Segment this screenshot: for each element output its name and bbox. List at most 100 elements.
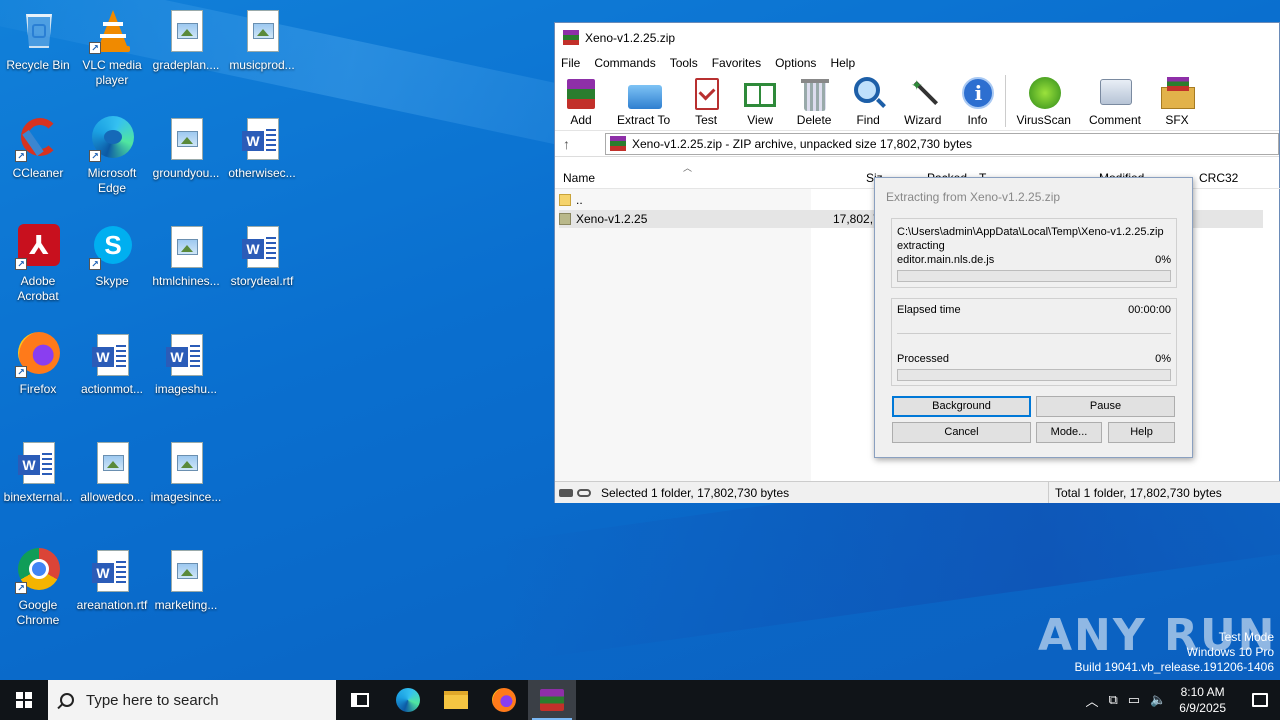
menubar: File Commands Tools Favorites Options He… — [555, 53, 1279, 73]
help-button[interactable]: Help — [1108, 422, 1175, 443]
totals-group: Elapsed time 00:00:00 Processed 0% — [891, 298, 1177, 386]
comment-icon — [1097, 75, 1133, 111]
image-file-icon — [163, 548, 209, 594]
menu-favorites[interactable]: Favorites — [712, 56, 761, 70]
search-placeholder: Type here to search — [86, 691, 219, 709]
taskbar-winrar[interactable] — [528, 680, 576, 720]
desktop-icon-adobe-acrobat[interactable]: ⅄ ↗ Adobe Acrobat — [0, 224, 76, 304]
sfx-button[interactable]: SFX — [1159, 73, 1195, 127]
trash-icon — [796, 75, 832, 111]
archive-path: C:\Users\admin\AppData\Local\Temp\Xeno-v… — [897, 226, 1164, 238]
desktop-icon-firefox[interactable]: ↗ Firefox — [0, 332, 76, 397]
desktop-icon-areanation[interactable]: W areanation.rtf — [74, 548, 150, 613]
status-total: Total 1 folder, 17,802,730 bytes — [1055, 485, 1222, 500]
column-name[interactable]: Name — [563, 171, 595, 185]
desktop-icon-otherwisec[interactable]: W otherwisec... — [224, 116, 300, 181]
system-tray: ︿ ⧉ ▭ 🔈 8:10 AM 6/9/2025 — [1080, 680, 1280, 720]
status-bar: Selected 1 folder, 17,802,730 bytes Tota… — [555, 481, 1280, 503]
desktop-icon-vlc[interactable]: ↗ VLC media player — [74, 8, 150, 88]
word-document-icon: W — [89, 332, 135, 378]
watermark-edition: Windows 10 Pro — [1186, 645, 1274, 659]
desktop-icon-microsoft-edge[interactable]: ↗ Microsoft Edge — [74, 116, 150, 196]
file-name: Xeno-v1.2.25 — [576, 212, 648, 226]
comment-button[interactable]: Comment — [1089, 73, 1141, 127]
wizard-button[interactable]: ✦ Wizard — [904, 73, 941, 127]
vlc-icon: ↗ — [89, 8, 135, 54]
taskbar-file-explorer[interactable] — [432, 680, 480, 720]
desktop-icon-imageshu[interactable]: W imageshu... — [148, 332, 224, 397]
device-icon[interactable]: ⧉ — [1109, 692, 1118, 708]
menu-help[interactable]: Help — [830, 56, 855, 70]
desktop-icon-groundyou[interactable]: groundyou... — [148, 116, 224, 181]
image-file-icon — [163, 224, 209, 270]
column-crc32[interactable]: CRC32 — [1199, 171, 1238, 185]
desktop-icon-musicprod[interactable]: musicprod... — [224, 8, 300, 73]
network-icon[interactable]: ▭ — [1128, 692, 1140, 708]
desktop-icon-recycle-bin[interactable]: Recycle Bin — [0, 8, 76, 73]
current-file-percent: 0% — [1155, 254, 1171, 266]
menu-file[interactable]: File — [561, 56, 580, 70]
winrar-icon — [563, 30, 579, 46]
desktop-icon-binexternal[interactable]: W binexternal... — [0, 440, 76, 505]
clock[interactable]: 8:10 AM 6/9/2025 — [1179, 684, 1226, 716]
desktop-icon-imagesince[interactable]: imagesince... — [148, 440, 224, 505]
delete-button[interactable]: Delete — [796, 73, 832, 127]
desktop-icon-gradeplan[interactable]: gradeplan.... — [148, 8, 224, 73]
up-arrow-icon[interactable]: ↑ — [563, 136, 591, 152]
file-row-parent[interactable]: .. — [559, 191, 583, 209]
desktop-icon-marketing[interactable]: marketing... — [148, 548, 224, 613]
word-document-icon: W — [89, 548, 135, 594]
desktop-icon-ccleaner[interactable]: ↗ CCleaner — [0, 116, 76, 181]
volume-icon[interactable]: 🔈 — [1150, 692, 1166, 708]
menu-options[interactable]: Options — [775, 56, 816, 70]
menu-commands[interactable]: Commands — [594, 56, 655, 70]
zip-archive-icon — [610, 135, 626, 152]
task-view-button[interactable] — [336, 680, 384, 720]
file-name: .. — [576, 193, 583, 207]
taskbar-search-box[interactable]: Type here to search — [48, 680, 336, 720]
edge-icon — [396, 688, 420, 712]
info-button[interactable]: i Info — [959, 73, 995, 127]
desktop-icon-htmlchines[interactable]: htmlchines... — [148, 224, 224, 289]
start-button[interactable] — [0, 680, 48, 720]
taskbar-firefox[interactable] — [480, 680, 528, 720]
desktop-icon-storydeal[interactable]: W storydeal.rtf — [224, 224, 300, 289]
find-button[interactable]: Find — [850, 73, 887, 127]
desktop-icon-allowedco[interactable]: allowedco... — [74, 440, 150, 505]
taskbar: Type here to search ︿ ⧉ ▭ 🔈 8:10 AM 6/9/… — [0, 680, 1280, 720]
background-button[interactable]: Background — [892, 396, 1031, 417]
add-archive-icon — [563, 75, 599, 111]
pause-button[interactable]: Pause — [1036, 396, 1175, 417]
window-titlebar[interactable]: Xeno-v1.2.25.zip — [555, 23, 1279, 53]
cancel-button[interactable]: Cancel — [892, 422, 1031, 443]
chevron-up-icon[interactable]: ︿ — [1085, 691, 1098, 710]
extract-to-button[interactable]: Extract To — [617, 73, 670, 127]
extract-progress-dialog[interactable]: Extracting from Xeno-v1.2.25.zip C:\User… — [874, 177, 1193, 458]
notification-center-button[interactable] — [1240, 680, 1280, 720]
view-button[interactable]: View — [742, 73, 778, 127]
menu-tools[interactable]: Tools — [670, 56, 698, 70]
clock-time: 8:10 AM — [1180, 685, 1225, 699]
archive-path-text: Xeno-v1.2.25.zip - ZIP archive, unpacked… — [632, 136, 972, 151]
firefox-icon: ↗ — [15, 332, 61, 378]
desktop-icon-google-chrome[interactable]: ↗ Google Chrome — [0, 548, 76, 628]
test-button[interactable]: Test — [688, 73, 724, 127]
image-file-icon — [163, 8, 209, 54]
search-icon — [60, 693, 74, 707]
archive-path-field[interactable]: Xeno-v1.2.25.zip - ZIP archive, unpacked… — [605, 132, 1279, 155]
extract-action: extracting — [897, 240, 945, 252]
acrobat-icon: ⅄ ↗ — [15, 224, 61, 270]
mode-button[interactable]: Mode... — [1036, 422, 1102, 443]
virusscan-button[interactable]: VirusScan — [1016, 73, 1071, 127]
add-button[interactable]: Add — [563, 73, 599, 127]
file-size: 17,802,7 — [833, 212, 880, 226]
drive-icon — [559, 488, 573, 497]
desktop-icon-skype[interactable]: S ↗ Skype — [74, 224, 150, 289]
elapsed-value: 00:00:00 — [1128, 304, 1171, 316]
window-title: Xeno-v1.2.25.zip — [585, 31, 676, 45]
recycle-bin-icon — [15, 8, 61, 54]
desktop-icon-actionmot[interactable]: W actionmot... — [74, 332, 150, 397]
taskbar-edge[interactable] — [384, 680, 432, 720]
winrar-icon — [540, 689, 564, 711]
elapsed-label: Elapsed time — [897, 304, 961, 316]
